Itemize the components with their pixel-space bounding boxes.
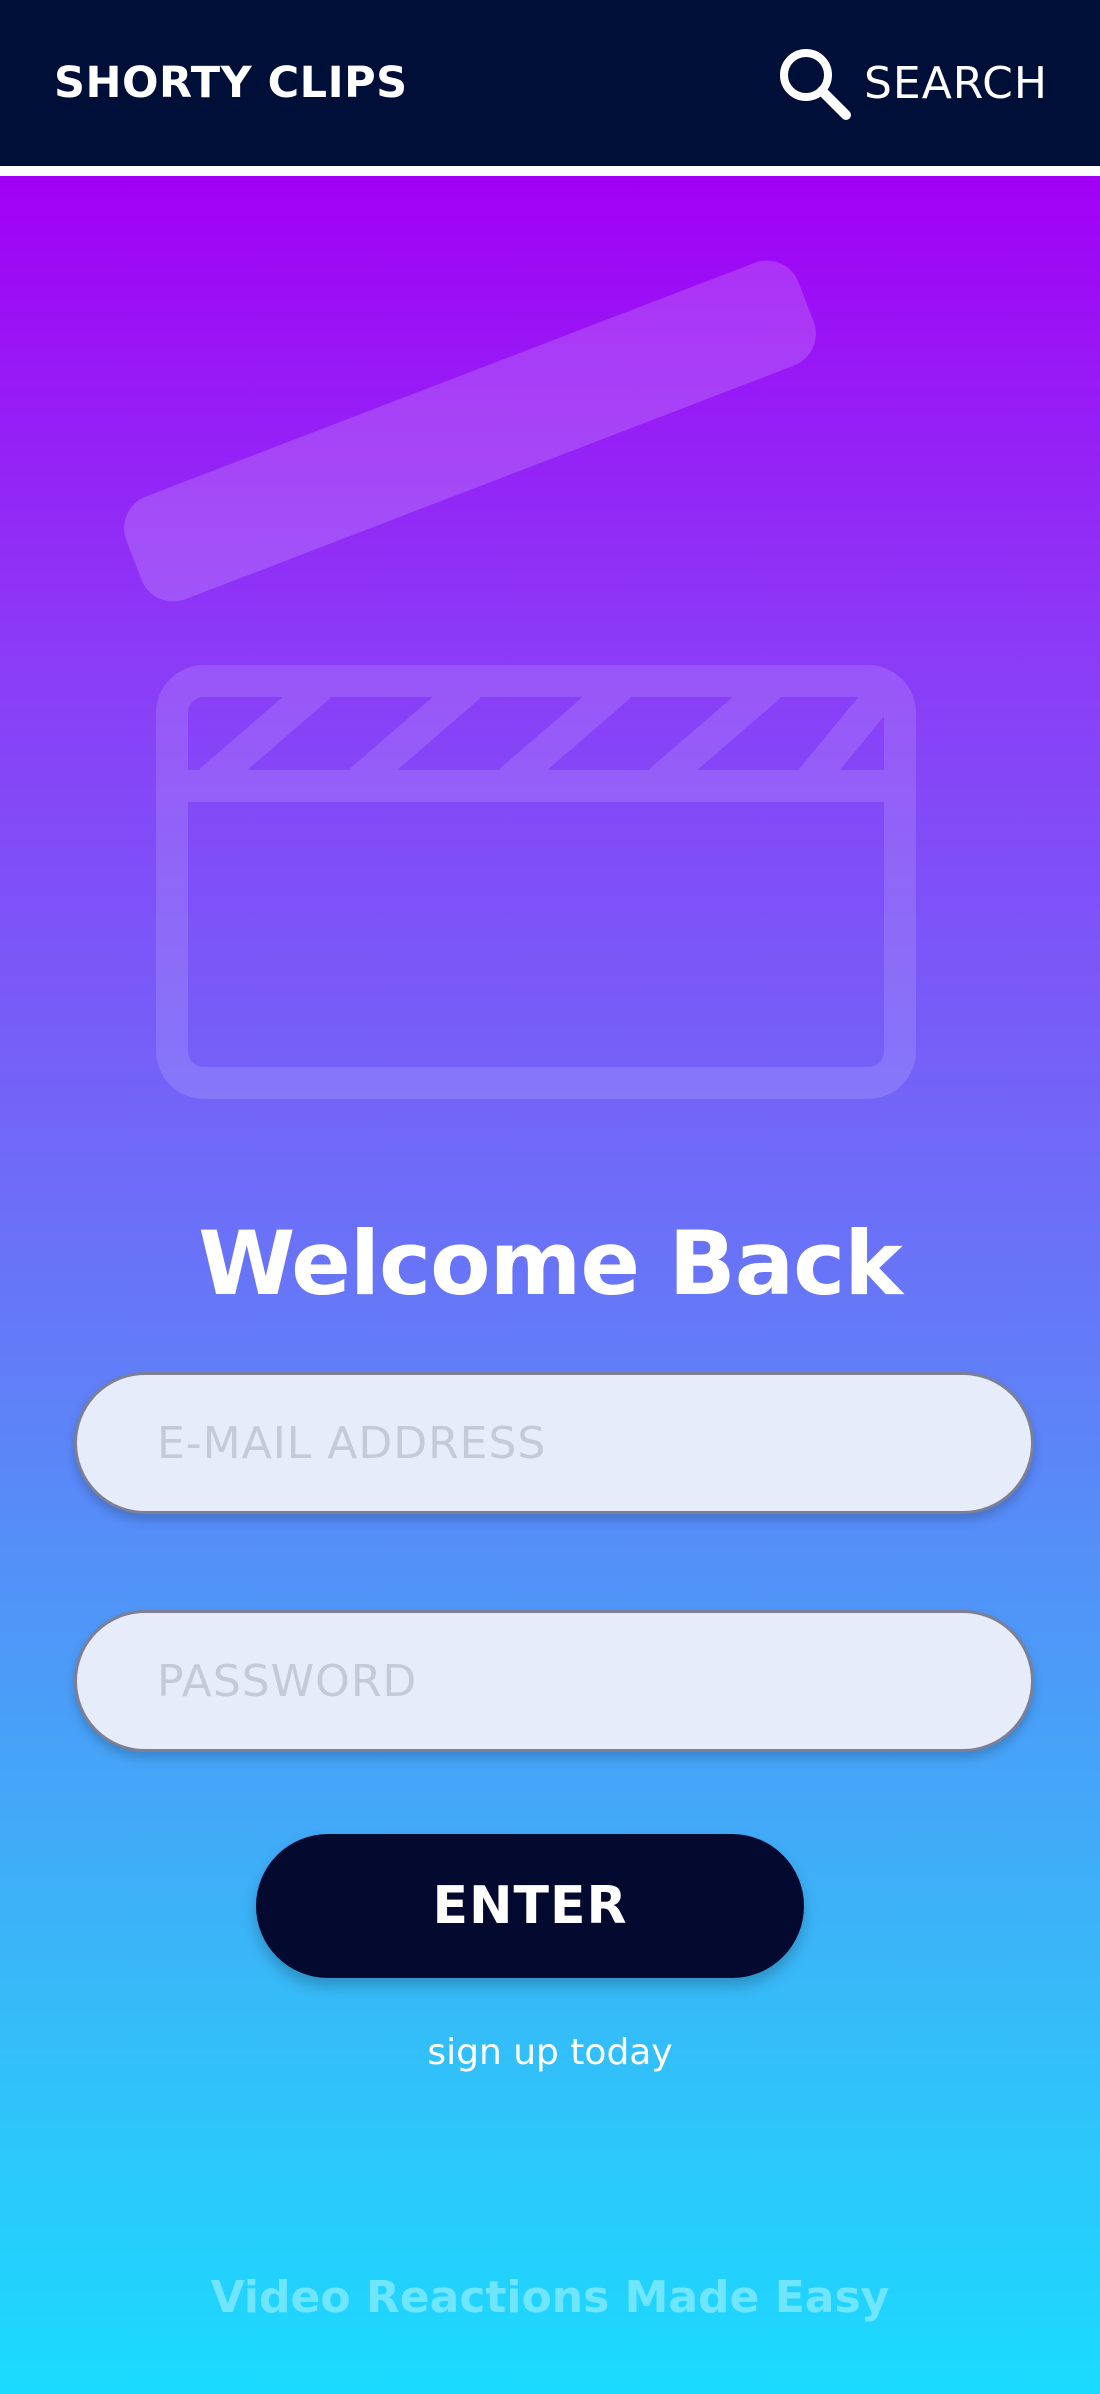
search-label: SEARCH	[863, 57, 1048, 109]
clapperboard-icon	[124, 260, 916, 1099]
password-field[interactable]	[74, 1610, 1034, 1752]
top-bar: SHORTY CLIPS SEARCH	[0, 0, 1100, 166]
enter-button[interactable]: ENTER	[256, 1834, 804, 1978]
login-screen: Welcome Back ENTER sign up today Video R…	[0, 176, 1100, 2394]
brand-logo-text[interactable]: SHORTY CLIPS	[54, 58, 408, 108]
tagline: Video Reactions Made Easy	[210, 2272, 890, 2323]
password-input[interactable]	[157, 1655, 1031, 1707]
email-input[interactable]	[157, 1417, 1031, 1469]
search-button[interactable]: SEARCH	[774, 43, 1048, 123]
email-field[interactable]	[74, 1372, 1034, 1514]
sign-up-link[interactable]: sign up today	[0, 2032, 1100, 2073]
search-icon	[779, 49, 851, 120]
welcome-title: Welcome Back	[198, 1212, 903, 1315]
